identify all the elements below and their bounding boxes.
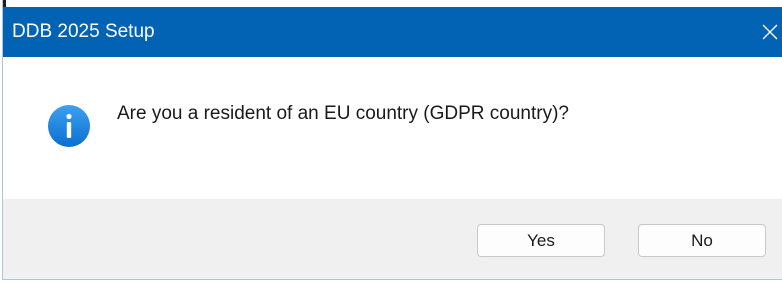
button-bar: Yes No bbox=[3, 199, 782, 279]
yes-button[interactable]: Yes bbox=[477, 224, 605, 257]
no-button[interactable]: No bbox=[638, 224, 766, 257]
close-button[interactable] bbox=[753, 7, 782, 57]
message-text: Are you a resident of an EU country (GDP… bbox=[117, 103, 569, 124]
title-bar[interactable]: DDB 2025 Setup bbox=[3, 7, 782, 57]
message-area: Are you a resident of an EU country (GDP… bbox=[3, 57, 782, 199]
info-icon bbox=[48, 105, 90, 147]
close-icon bbox=[762, 24, 778, 40]
setup-dialog: DDB 2025 Setup Are you a resident of an … bbox=[2, 0, 782, 280]
window-title: DDB 2025 Setup bbox=[12, 21, 155, 42]
